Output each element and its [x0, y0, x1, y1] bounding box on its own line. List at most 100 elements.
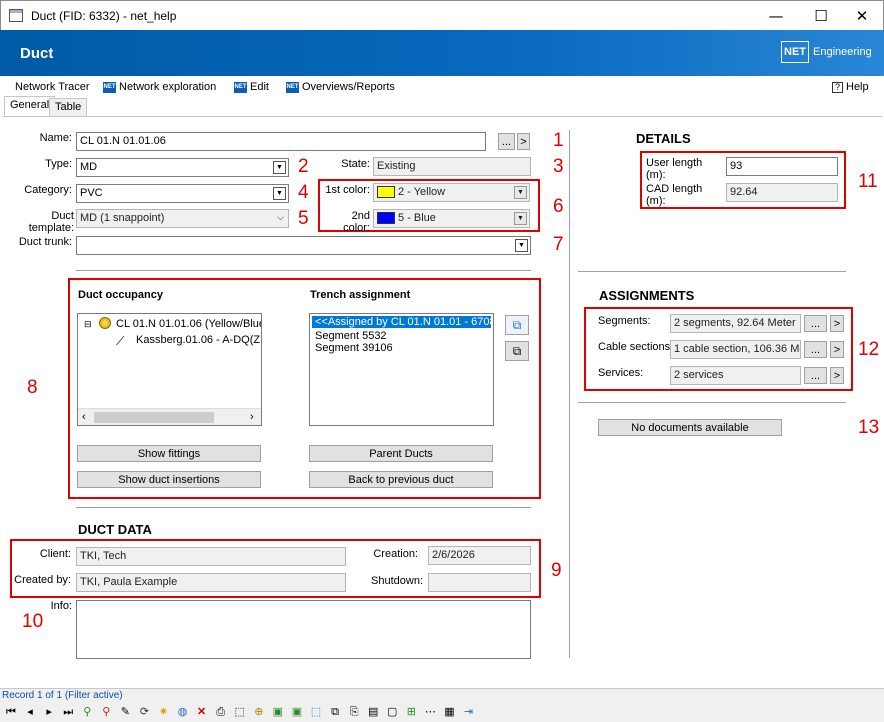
expand-icon[interactable]: ⊟ — [84, 319, 92, 330]
document-icon[interactable]: ▤ — [366, 705, 380, 718]
menu-network-tracer[interactable]: Network Tracer — [15, 80, 90, 94]
callout-11: 11 — [858, 171, 878, 192]
tab-table[interactable]: Table — [49, 98, 88, 116]
page-icon[interactable]: ▢ — [385, 705, 399, 718]
globe-icon[interactable]: ◍ — [176, 705, 190, 718]
name-label: Name: — [39, 132, 72, 144]
trunk-select[interactable]: ▼ — [76, 236, 531, 255]
prev-record-icon[interactable]: ◂ — [23, 705, 37, 718]
details-title: DETAILS — [636, 131, 691, 146]
horizontal-scrollbar[interactable]: ‹ › — [78, 408, 261, 425]
chevron-down-icon: ▼ — [273, 161, 286, 174]
services-arrow-button[interactable]: > — [830, 367, 844, 384]
paste-icon[interactable]: ⎘ — [347, 706, 361, 719]
duct-data-title: DUCT DATA — [78, 522, 152, 537]
menu-edit[interactable]: NET Edit — [234, 80, 269, 94]
tree-child[interactable]: Kassberg.01.06 - A-DQ(ZN)2 — [136, 334, 261, 346]
trench-item-selected[interactable]: <<Assigned by CL 01.N 01.01 - 6708>> — [312, 316, 493, 328]
cable-arrow-button[interactable]: > — [830, 341, 844, 358]
remove-filter-icon[interactable]: ⚲ — [99, 705, 113, 718]
minimize-button[interactable]: — — [753, 1, 799, 31]
color1-swatch — [377, 186, 395, 199]
table-icon[interactable]: ▦ — [442, 705, 456, 718]
scroll-right-icon[interactable]: › — [250, 411, 254, 423]
category-select[interactable]: PVC ▼ — [76, 184, 289, 203]
callout-8: 8 — [27, 377, 38, 398]
zoom-icon[interactable]: ⊕ — [252, 705, 266, 718]
cable-ellipsis-button[interactable]: ... — [804, 341, 827, 358]
template-select[interactable]: MD (1 snappoint) ⌵ — [76, 209, 289, 228]
layer-icon[interactable]: ▣ — [271, 705, 285, 718]
services-ellipsis-button[interactable]: ... — [804, 367, 827, 384]
tab-general[interactable]: General — [4, 96, 56, 116]
divider — [578, 271, 846, 272]
edit-icon[interactable]: ✎ — [118, 705, 132, 718]
unassign-trench-icon[interactable]: ⧉ — [505, 341, 529, 361]
tree-root[interactable]: CL 01.N 01.01.06 (Yellow/Blue) — [116, 318, 261, 330]
vertical-divider — [569, 130, 570, 658]
header-banner: Duct NET Engineering — [0, 30, 884, 76]
color1-label: 1st color: — [325, 184, 370, 196]
refresh-icon[interactable]: ⟳ — [137, 705, 151, 718]
trench-list[interactable]: <<Assigned by CL 01.N 01.01 - 6708>> Seg… — [309, 313, 494, 426]
color1-select[interactable]: 2 - Yellow ▼ — [373, 183, 530, 202]
layer2-icon[interactable]: ▣ — [290, 705, 304, 718]
show-fittings-button[interactable]: Show fittings — [77, 445, 261, 462]
parent-ducts-button[interactable]: Parent Ducts — [309, 445, 493, 462]
segments-arrow-button[interactable]: > — [830, 315, 844, 332]
occupancy-title: Duct occupancy — [78, 289, 163, 301]
delete-icon[interactable]: ✕ — [195, 705, 209, 718]
trench-item[interactable]: Segment 39106 — [312, 342, 491, 354]
net-icon: NET — [234, 81, 247, 93]
print-icon[interactable]: ⎙ — [214, 706, 228, 719]
category-value: PVC — [80, 187, 103, 199]
select-icon[interactable]: ⬚ — [233, 705, 247, 718]
info-textarea[interactable] — [76, 600, 531, 659]
assign-trench-icon[interactable]: ⧉ — [505, 315, 529, 335]
scroll-left-icon[interactable]: ‹ — [82, 411, 86, 423]
frame-icon[interactable]: ⬚ — [309, 705, 323, 718]
copy-icon[interactable]: ⧉ — [328, 706, 342, 719]
created-by-field: TKI, Paula Example — [76, 573, 346, 592]
new-icon[interactable]: ✷ — [157, 705, 171, 718]
trench-item[interactable]: Segment 5532 — [312, 330, 491, 342]
created-by-label: Created by: — [14, 574, 71, 586]
name-field[interactable]: CL 01.N 01.01.06 — [76, 132, 486, 151]
menu-label: Edit — [250, 81, 269, 93]
record-navigator: Record 1 of 1 (Filter active) ⏮ ◂ ▸ ⏭ ⚲ … — [0, 688, 884, 722]
callout-10: 10 — [22, 611, 44, 632]
network-icon[interactable]: ⋯ — [423, 705, 437, 718]
color2-label: 2nd color: — [343, 210, 370, 234]
menu-label: Network exploration — [119, 81, 217, 93]
add-filter-icon[interactable]: ⚲ — [80, 705, 94, 718]
next-record-icon[interactable]: ▸ — [42, 705, 56, 718]
type-select[interactable]: MD ▼ — [76, 158, 289, 177]
first-record-icon[interactable]: ⏮ — [4, 706, 18, 719]
shutdown-label: Shutdown: — [371, 575, 423, 587]
callout-12: 12 — [858, 339, 880, 360]
name-ellipsis-button[interactable]: ... — [498, 133, 515, 150]
menu-network-exploration[interactable]: NET Network exploration — [103, 80, 216, 94]
back-previous-duct-button[interactable]: Back to previous duct — [309, 471, 493, 488]
user-length-field[interactable]: 93 — [726, 157, 838, 176]
no-documents-button[interactable]: No documents available — [598, 419, 782, 436]
divider — [578, 402, 846, 403]
map-icon[interactable]: ⊞ — [404, 705, 418, 718]
callout-5: 5 — [298, 208, 309, 229]
color2-swatch — [377, 212, 395, 225]
trunk-label: Duct trunk: — [18, 236, 72, 248]
close-button[interactable]: ✕ — [839, 1, 884, 31]
occupancy-tree[interactable]: ⊟ CL 01.N 01.01.06 (Yellow/Blue) ⟋ Kassb… — [77, 313, 262, 426]
last-record-icon[interactable]: ⏭ — [61, 706, 75, 719]
color2-select[interactable]: 5 - Blue ▼ — [373, 209, 530, 228]
scroll-thumb[interactable] — [94, 412, 214, 423]
show-insertions-button[interactable]: Show duct insertions — [77, 471, 261, 488]
help-button[interactable]: ? Help — [832, 80, 869, 94]
maximize-button[interactable]: ☐ — [798, 1, 844, 31]
divider — [76, 270, 531, 271]
name-arrow-button[interactable]: > — [517, 133, 530, 150]
page-title: Duct — [20, 45, 54, 62]
export-icon[interactable]: ⇥ — [462, 705, 476, 718]
menu-overviews-reports[interactable]: NET Overviews/Reports — [286, 80, 395, 94]
segments-ellipsis-button[interactable]: ... — [804, 315, 827, 332]
